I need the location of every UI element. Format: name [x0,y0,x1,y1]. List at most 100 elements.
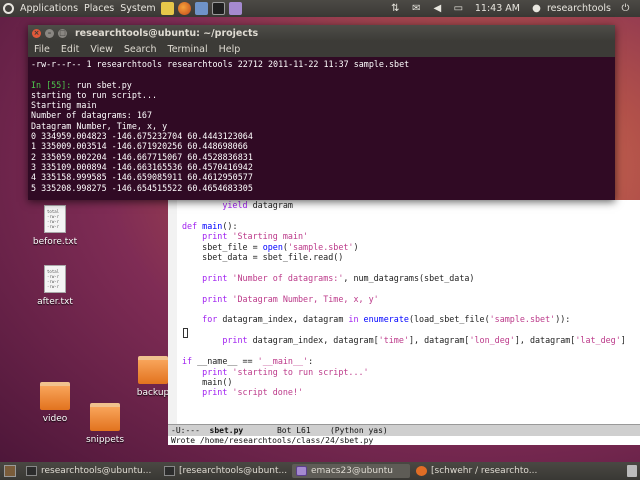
taskbar-item-label: researchtools@ubuntu... [41,466,152,476]
desktop-file-before[interactable]: total -rw-r -rw-r -rw-r before.txt [32,205,78,247]
taskbar-item-firefox[interactable]: [schwehr / researchto... [412,464,542,478]
code-token: datagram [247,200,293,210]
code-token: : [308,356,314,367]
code-token: ) [353,241,359,252]
emacs-launcher-icon[interactable] [228,2,242,15]
code-token: ], datagram[ [514,335,576,346]
terminal-command: run sbet.py [71,79,132,90]
code-token: 'sample.sbet' [287,241,354,252]
modeline-position: Bot L61 [243,426,330,435]
code-token: ], datagram[ [408,335,470,346]
ubuntu-logo-icon[interactable] [3,3,14,14]
emacs-buffer[interactable]: yield datagram def main(): print 'Starti… [168,200,640,424]
code-token: print [202,366,228,377]
code-token: 'time' [378,335,409,346]
emacs-modeline: -U:--- sbet.py Bot L61 (Python yas) [168,424,640,436]
taskbar-item-label: [schwehr / researchto... [431,466,538,476]
terminal-line: Datagram Number, Time, x, y [31,120,168,131]
menu-help[interactable]: Help [213,44,246,55]
menu-places[interactable]: Places [81,3,117,14]
emacs-icon [296,466,307,476]
menu-file[interactable]: File [28,44,55,55]
code-token: for [202,314,218,325]
battery-icon[interactable]: ▭ [453,3,464,14]
terminal-launcher-icon[interactable] [211,2,225,15]
emacs-minibuffer[interactable]: Wrote /home/researchtools/class/24/sbet.… [168,436,640,445]
code-token: 'Starting main' [227,231,309,242]
desktop-folder-label: snippets [85,435,125,445]
user-icon[interactable]: ● [531,3,542,14]
desktop-folder-label: video [42,414,68,424]
terminal-titlebar[interactable]: × – □ researchtools@ubuntu: ~/projects [28,25,615,41]
taskbar-item-terminal-1[interactable]: researchtools@ubuntu... [22,464,158,478]
folder-icon [138,356,168,384]
terminal-menubar: File Edit View Search Terminal Help [28,41,615,57]
code-token: datagram_index, datagram [217,314,349,325]
text-file-icon: total -rw-r -rw-r -rw-r [44,265,66,293]
menu-applications[interactable]: Applications [17,3,81,14]
menu-terminal[interactable]: Terminal [162,44,213,55]
close-icon[interactable]: × [32,28,41,38]
firefox-launcher-icon[interactable] [177,2,191,15]
modeline-buffer-name: sbet.py [209,426,244,435]
menu-edit[interactable]: Edit [55,44,84,55]
terminal-line: 2 335059.002204 -146.667715067 60.452883… [31,151,253,162]
clock[interactable]: 11:43 AM [475,3,520,14]
code-token: datagram_index, datagram[ [247,335,379,346]
minimize-icon[interactable]: – [45,28,54,38]
desktop-file-label: after.txt [37,297,73,307]
code-token: yield [222,200,248,210]
taskbar-item-terminal-2[interactable]: [researchtools@ubunt... [160,464,290,478]
desktop-file-after[interactable]: total -rw-r -rw-r -rw-r after.txt [32,265,78,307]
terminal-window[interactable]: × – □ researchtools@ubuntu: ~/projects F… [28,25,615,200]
desktop-folder-snippets[interactable]: snippets [82,403,128,445]
menu-system[interactable]: System [117,3,158,14]
taskbar-item-emacs[interactable]: emacs23@ubuntu [292,464,410,478]
user-name[interactable]: researchtools [547,3,611,14]
code-token: )): [555,314,571,325]
code-token: main [197,220,223,231]
code-token: sbet_file = [202,241,263,252]
code-token: print [202,272,228,283]
desktop-folder-label: backup [136,388,170,398]
network-icon[interactable]: ⇅ [390,3,401,14]
code-token: 'Number of datagrams:' [227,272,344,283]
taskbar-item-label: emacs23@ubuntu [311,466,393,476]
folder-icon [40,382,70,410]
code-token: 'lon_deg' [469,335,515,346]
code-token: (load_sbet_file( [408,314,490,325]
show-desktop-icon[interactable] [4,465,16,477]
mail-icon[interactable]: ✉ [411,3,422,14]
desktop-folder-video[interactable]: video [34,382,76,424]
code-token: __name__ == [192,356,258,367]
help-launcher-icon[interactable] [194,2,208,15]
code-token: print [202,387,228,398]
menu-search[interactable]: Search [118,44,162,55]
terminal-line: Starting main [31,100,97,111]
code-token: ] [620,335,626,346]
terminal-icon [26,466,37,476]
top-panel: Applications Places System ⇅ ✉ ◀ ▭ 11:43… [0,0,640,17]
maximize-icon[interactable]: □ [58,28,67,38]
terminal-line: 4 335158.999585 -146.659085911 60.461295… [31,172,253,183]
terminal-line: 0 334959.004823 -146.675232704 60.444312… [31,131,253,142]
notes-launcher-icon[interactable] [160,2,174,15]
trash-icon[interactable] [627,465,637,477]
desktop-folder-backup[interactable]: backup [134,356,172,398]
text-file-icon: total -rw-r -rw-r -rw-r [44,205,66,233]
text-cursor [183,328,188,338]
code-token: print [202,293,228,304]
terminal-output[interactable]: -rw-r--r-- 1 researchtools researchtools… [28,57,615,200]
code-token: 'starting to run script...' [227,366,369,377]
volume-icon[interactable]: ◀ [432,3,443,14]
emacs-window[interactable]: yield datagram def main(): print 'Starti… [168,200,640,445]
code-token: in [348,314,359,325]
code-token: def [182,220,198,231]
menu-view[interactable]: View [84,44,118,55]
modeline-status: -U:--- [171,426,210,435]
code-token: sbet_data = sbet_file.read() [202,252,344,263]
terminal-line: 1 335009.003514 -146.671920256 60.448698… [31,141,248,152]
terminal-line: 5 335208.998275 -146.654515522 60.465468… [31,182,253,193]
power-icon[interactable]: ⏻ [620,3,631,14]
ipython-prompt: In [55]: [31,79,72,90]
